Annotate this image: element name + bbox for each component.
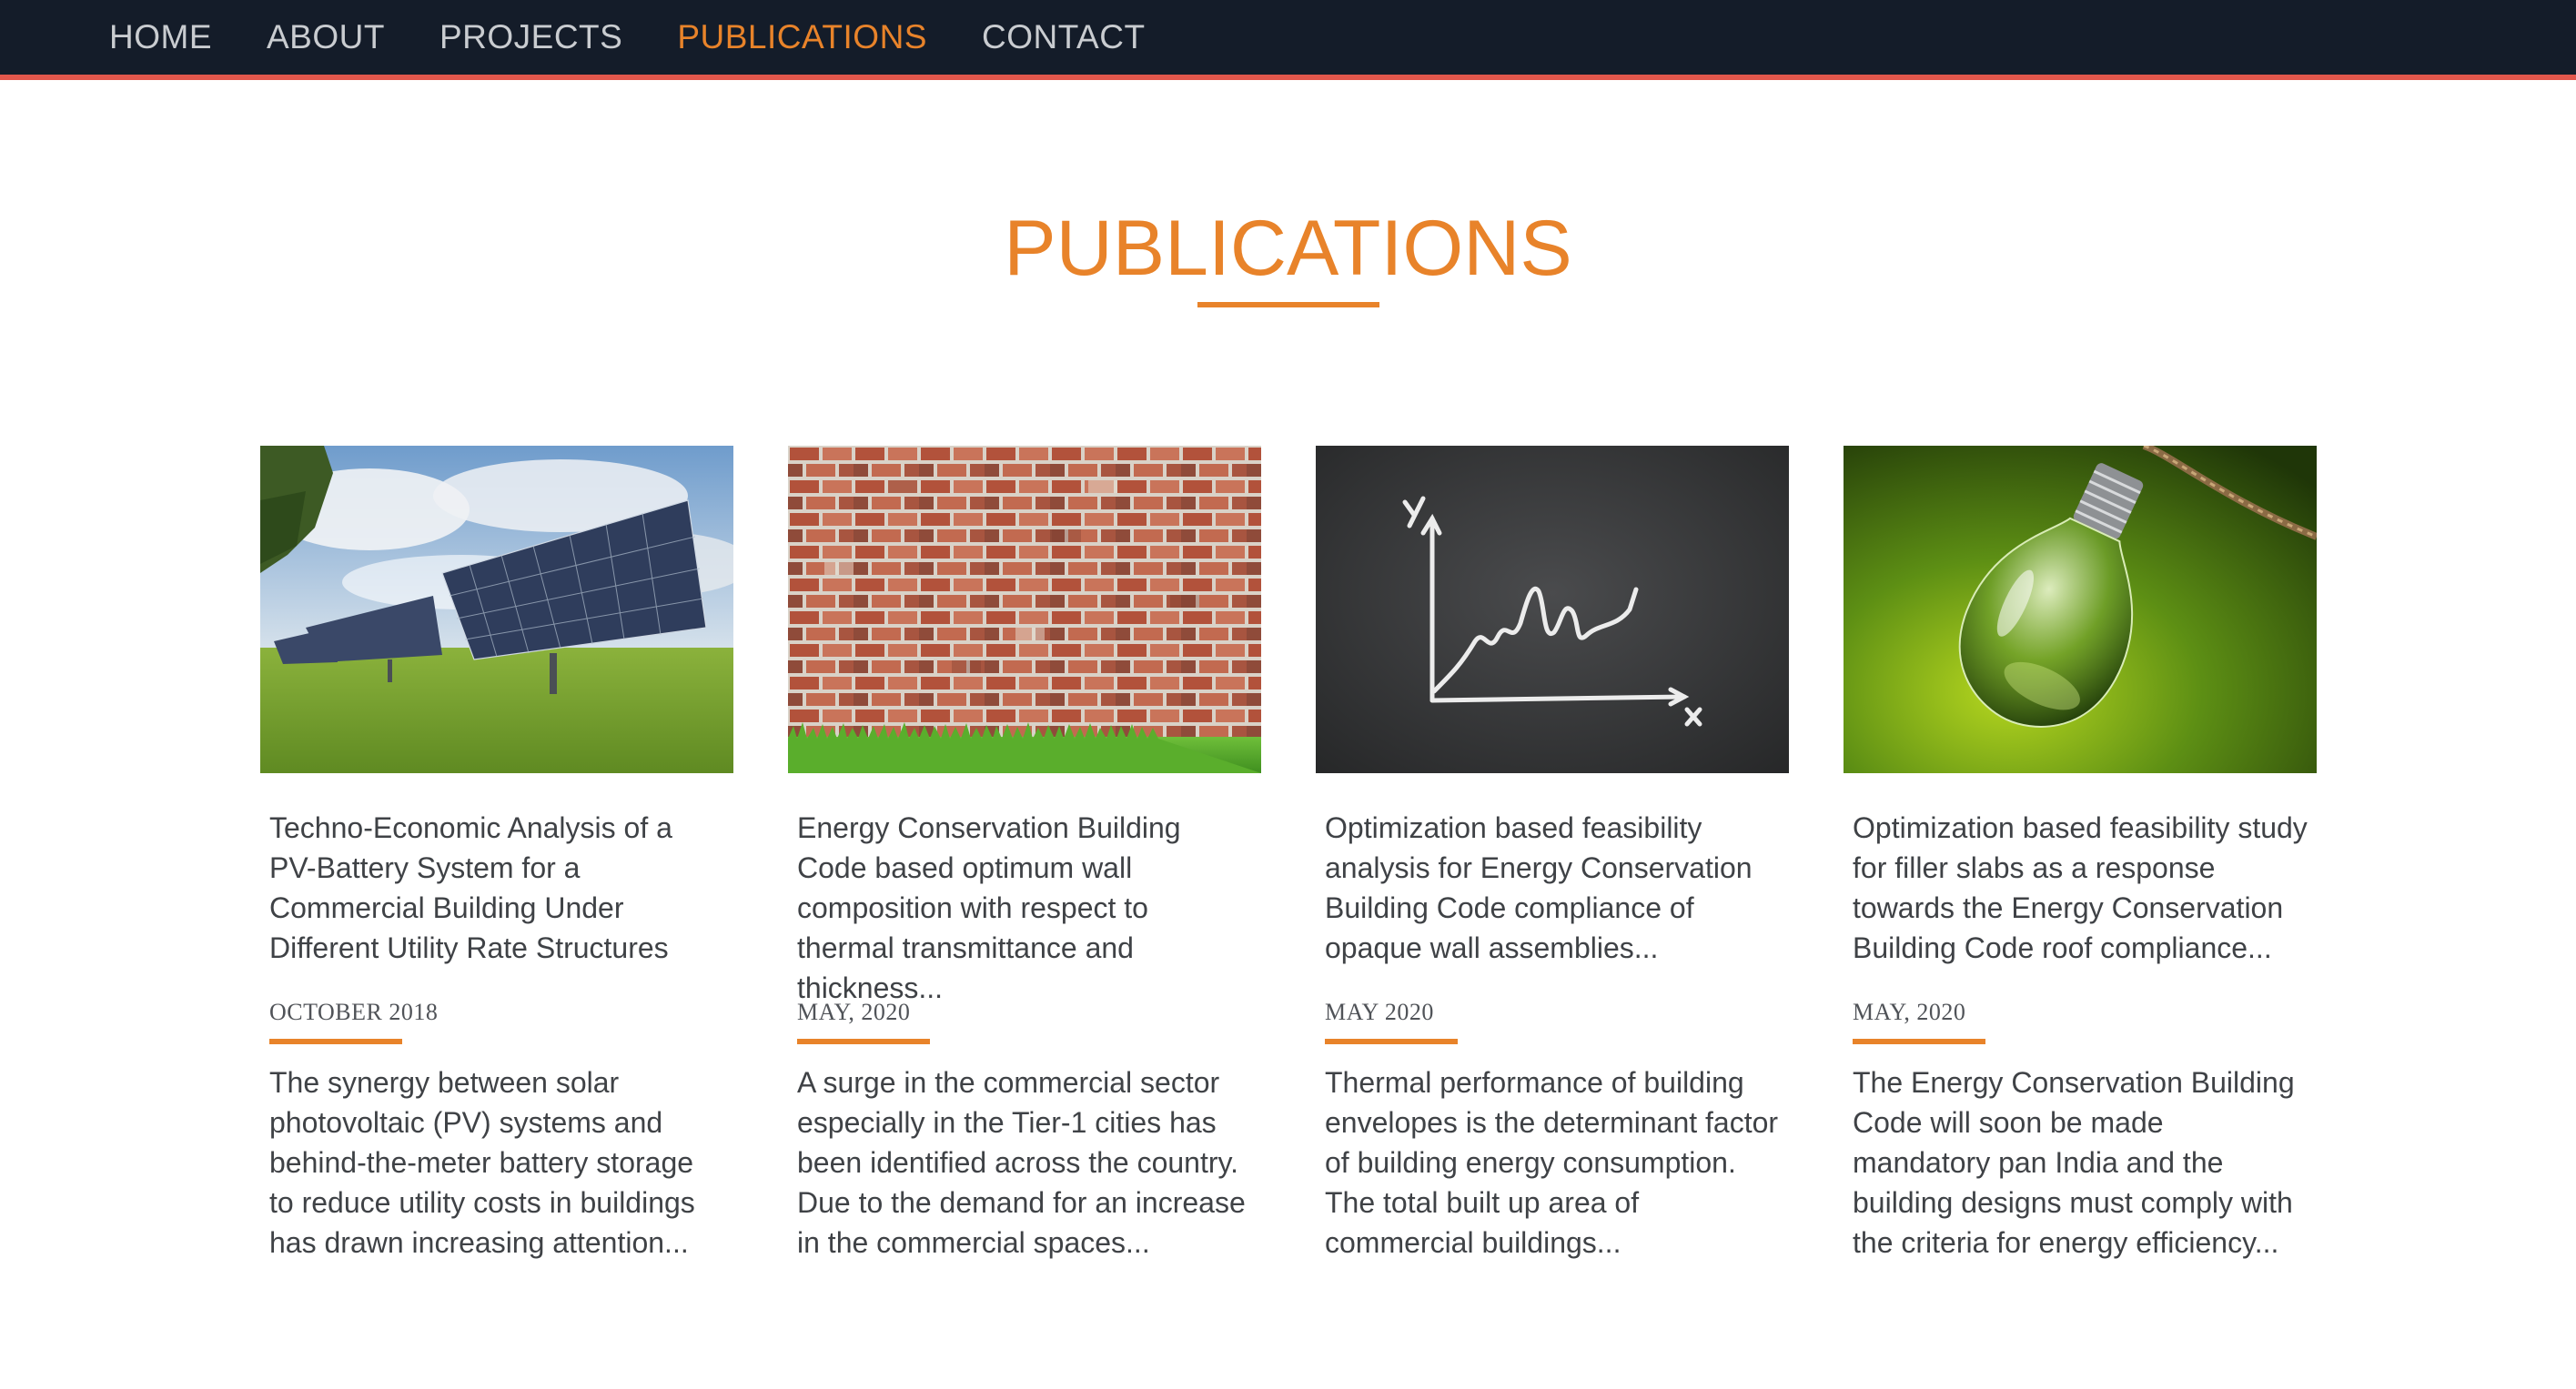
section-title: PUBLICATIONS bbox=[1004, 205, 1572, 292]
nav-menu: HOME ABOUT PROJECTS PUBLICATIONS CONTACT bbox=[109, 0, 1146, 75]
nav-item-publications[interactable]: PUBLICATIONS bbox=[677, 18, 927, 56]
nav-item-home[interactable]: HOME bbox=[109, 18, 212, 56]
publication-card: Optimization based feasibility analysis … bbox=[1316, 446, 1789, 1263]
publication-date: OCTOBER 2018 bbox=[269, 999, 439, 1025]
publication-card: Energy Conservation Building Code based … bbox=[788, 446, 1261, 1263]
date-underline bbox=[797, 1039, 930, 1044]
publication-date: MAY 2020 bbox=[1325, 999, 1434, 1025]
publication-excerpt: A surge in the commercial sector especia… bbox=[797, 1066, 1246, 1259]
publication-title[interactable]: Optimization based feasibility analysis … bbox=[1325, 808, 1780, 968]
publication-excerpt: Thermal performance of building envelope… bbox=[1325, 1066, 1779, 1259]
publications-grid: Techno-Economic Analysis of a PV-Battery… bbox=[260, 446, 2317, 1263]
publication-title[interactable]: Techno-Economic Analysis of a PV-Battery… bbox=[269, 808, 724, 968]
nav-item-contact[interactable]: CONTACT bbox=[982, 18, 1146, 56]
nav-item-about[interactable]: ABOUT bbox=[267, 18, 385, 56]
publication-excerpt: The synergy between solar photovoltaic (… bbox=[269, 1066, 695, 1259]
card-body: Optimization based feasibility analysis … bbox=[1316, 808, 1789, 1263]
card-body: Energy Conservation Building Code based … bbox=[788, 808, 1261, 1263]
publication-title[interactable]: Optimization based feasibility study for… bbox=[1853, 808, 2308, 968]
solar-panels-image[interactable] bbox=[260, 446, 733, 773]
brick-wall-image[interactable] bbox=[788, 446, 1261, 773]
nav-item-projects[interactable]: PROJECTS bbox=[439, 18, 622, 56]
top-navbar: HOME ABOUT PROJECTS PUBLICATIONS CONTACT bbox=[0, 0, 2576, 80]
chalkboard-graph-image[interactable] bbox=[1316, 446, 1789, 773]
title-underline bbox=[1197, 302, 1379, 307]
publication-title[interactable]: Energy Conservation Building Code based … bbox=[797, 808, 1252, 1004]
light-bulb-image[interactable] bbox=[1844, 446, 2317, 773]
publication-card: Optimization based feasibility study for… bbox=[1844, 446, 2317, 1263]
publication-excerpt: The Energy Conservation Building Code wi… bbox=[1853, 1066, 2295, 1259]
date-underline bbox=[269, 1039, 402, 1044]
date-underline bbox=[1853, 1039, 1985, 1044]
card-body: Optimization based feasibility study for… bbox=[1844, 808, 2317, 1263]
publication-date: MAY, 2020 bbox=[1853, 999, 1966, 1025]
publication-date: MAY, 2020 bbox=[797, 999, 911, 1025]
publication-card: Techno-Economic Analysis of a PV-Battery… bbox=[260, 446, 733, 1263]
date-underline bbox=[1325, 1039, 1458, 1044]
card-body: Techno-Economic Analysis of a PV-Battery… bbox=[260, 808, 733, 1263]
